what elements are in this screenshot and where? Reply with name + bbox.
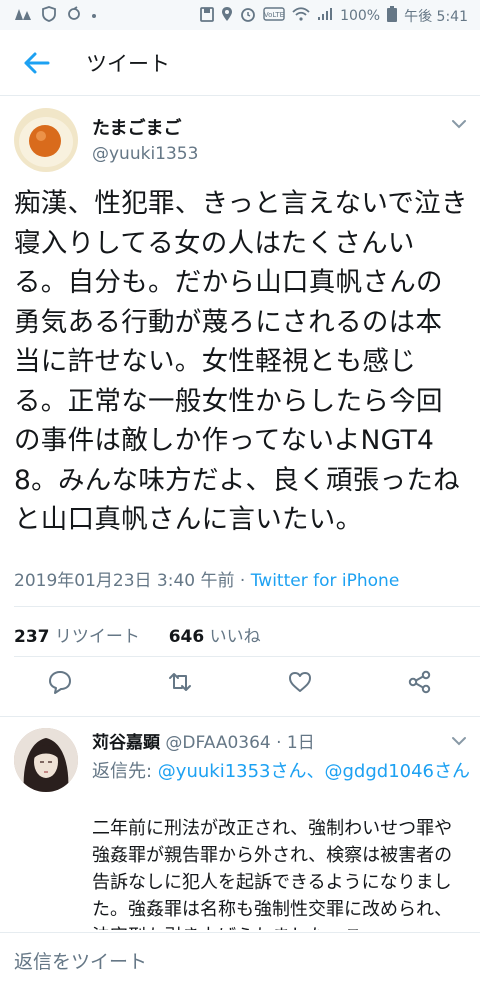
signal-icon [317, 7, 333, 25]
retweet-label: リツイート [54, 627, 140, 647]
retweet-button[interactable] [166, 668, 194, 696]
battery-percent: 100% [340, 8, 381, 24]
app-bar: ツイート [0, 30, 480, 96]
reply-composer[interactable]: 返信をツイート [0, 932, 480, 987]
status-bar-left [14, 6, 96, 26]
divider [14, 656, 480, 657]
divider [14, 606, 480, 607]
reply-author: 苅谷嘉顕 @DFAA0364 · 1日 [92, 728, 315, 753]
sync-icon [66, 6, 82, 26]
author-name[interactable]: たまごまご [92, 114, 181, 140]
reply-button[interactable] [46, 668, 74, 696]
heart-icon [289, 672, 311, 692]
reply-author-name[interactable]: 苅谷嘉顕 [92, 733, 160, 753]
retweet-stat[interactable]: 237 リツイート [14, 627, 140, 647]
tweet-timestamp: 2019年01月23日 3:40 午前 · [14, 571, 251, 591]
reply-to-line: 返信先: @yuuki1353さん、@gdgd1046さん [92, 758, 470, 785]
shield-icon [42, 6, 56, 26]
save-icon [200, 6, 214, 26]
reply-to-label: 返信先: [92, 761, 158, 782]
back-button[interactable] [20, 46, 54, 80]
like-count: 646 [168, 627, 205, 647]
page-title: ツイート [86, 52, 170, 76]
like-stat[interactable]: 646 いいね [169, 627, 261, 647]
chevron-down-icon [452, 737, 466, 746]
author-handle[interactable]: @yuuki1353 [92, 144, 198, 164]
tweet-stats: 237 リツイート 646 いいね [14, 622, 261, 647]
notification-icon [14, 6, 32, 26]
arrow-left-icon [24, 52, 50, 74]
location-icon [221, 6, 233, 26]
retweet-icon [169, 673, 191, 691]
like-button[interactable] [286, 668, 314, 696]
reply-menu-button[interactable] [450, 733, 468, 747]
more-notifications-icon [92, 14, 96, 18]
battery-icon [387, 6, 398, 26]
tweet-text: 痴漢、性犯罪、きっと言えないで泣き寝入りしてる女の人はたくさんいる。自分も。だか… [14, 188, 468, 535]
volte-icon: VoLTE [263, 7, 285, 25]
reply-icon [49, 671, 71, 694]
reply-to-users-link[interactable]: @yuuki1353さん、@gdgd1046さん [158, 761, 470, 782]
clock-time: 午後 5:41 [404, 9, 468, 25]
reply-text: 二年前に刑法が改正され、強制わいせつ罪や強姦罪が親告罪から外され、検察は被害者の… [92, 818, 453, 930]
status-bar: VoLTE 100% 午後 5:41 [0, 0, 480, 30]
share-button[interactable] [406, 668, 434, 696]
svg-text:VoLTE: VoLTE [264, 11, 284, 19]
reply-avatar[interactable] [14, 728, 78, 792]
tweet-actions [0, 668, 480, 704]
share-icon [408, 670, 431, 694]
reply-author-handle-time: @DFAA0364 · 1日 [160, 733, 315, 753]
tweet-source-link[interactable]: Twitter for iPhone [251, 571, 400, 591]
retweet-count: 237 [14, 627, 50, 647]
tweet-meta: 2019年01月23日 3:40 午前 · Twitter for iPhone [14, 566, 399, 591]
wifi-icon [292, 7, 310, 25]
alarm-icon [240, 6, 256, 26]
divider [0, 716, 480, 717]
status-bar-right: VoLTE 100% 午後 5:41 [200, 6, 468, 26]
tweet-menu-button[interactable] [450, 116, 468, 130]
chevron-down-icon [452, 120, 466, 129]
reply-composer-placeholder: 返信をツイート [14, 951, 148, 973]
avatar[interactable] [14, 108, 78, 172]
like-label: いいね [209, 627, 261, 647]
